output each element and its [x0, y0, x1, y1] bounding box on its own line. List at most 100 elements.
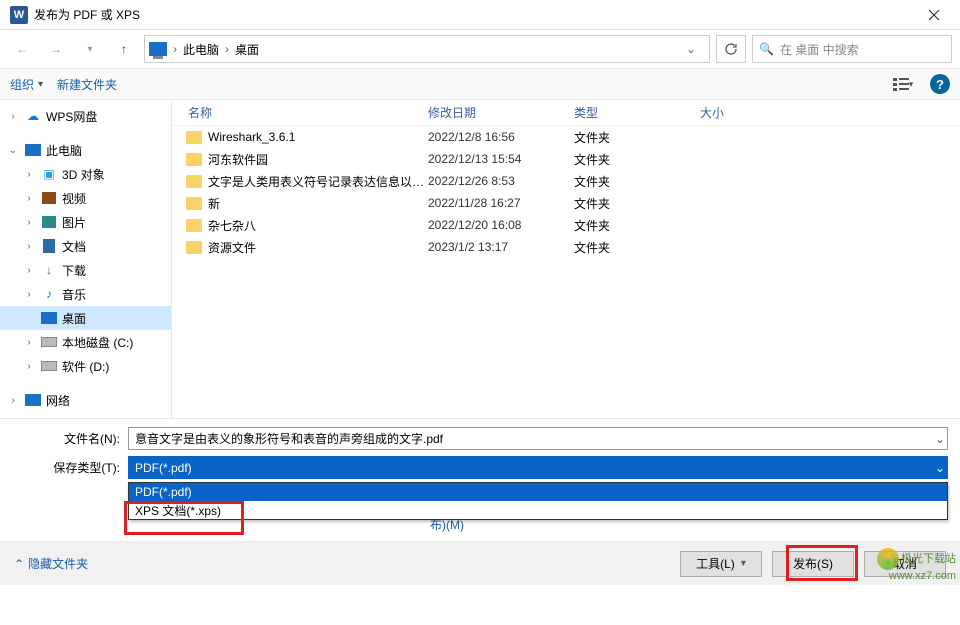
tree-node-network[interactable]: ›网络: [0, 388, 171, 412]
chevron-down-icon[interactable]: ⌄: [6, 145, 20, 156]
file-row[interactable]: 资源文件 2023/1/2 13:17 文件夹: [172, 236, 960, 258]
option-xps[interactable]: XPS 文档(*.xps): [129, 501, 947, 519]
file-row[interactable]: 河东软件园 2022/12/13 15:54 文件夹: [172, 148, 960, 170]
file-name: Wireshark_3.6.1: [208, 130, 428, 144]
tree-node-this-pc[interactable]: ⌄ 此电脑: [0, 138, 171, 162]
file-name: 文字是人类用表义符号记录表达信息以传...: [208, 173, 428, 190]
folder-icon: [186, 197, 202, 210]
help-button[interactable]: ?: [930, 74, 950, 94]
file-name: 河东软件园: [208, 151, 428, 168]
folder-icon: [186, 175, 202, 188]
chevron-down-icon[interactable]: ⌄: [935, 461, 945, 475]
search-icon: 🔍: [759, 42, 774, 56]
chevron-down-icon[interactable]: ⌄: [935, 432, 945, 446]
tree-node-3d-objects[interactable]: ›▣3D 对象: [0, 162, 171, 186]
column-name[interactable]: 名称: [172, 104, 428, 121]
folder-icon: [186, 241, 202, 254]
refresh-button[interactable]: [716, 35, 746, 63]
title-bar: W 发布为 PDF 或 XPS: [0, 0, 960, 30]
publish-button[interactable]: 发布(S): [772, 551, 854, 577]
file-date: 2023/1/2 13:17: [428, 240, 574, 254]
picture-icon: [40, 214, 58, 230]
toolbar: 组织▾ 新建文件夹 ▾ ?: [0, 68, 960, 100]
document-icon: [40, 238, 58, 254]
column-headers[interactable]: 名称 修改日期 类型 大小: [172, 100, 960, 126]
file-type: 文件夹: [574, 173, 700, 190]
file-name: 新: [208, 195, 428, 212]
up-button[interactable]: ↑: [110, 35, 138, 63]
file-row[interactable]: 文字是人类用表义符号记录表达信息以传... 2022/12/26 8:53 文件…: [172, 170, 960, 192]
folder-icon: [186, 219, 202, 232]
navigation-bar: ← → ▾ ↑ › 此电脑 › 桌面 ⌄ 🔍 在 桌面 中搜索: [0, 30, 960, 68]
chevron-right-icon: ›: [173, 42, 177, 56]
cloud-icon: ☁: [24, 108, 42, 124]
tree-node-wps[interactable]: › ☁ WPS网盘: [0, 104, 171, 128]
file-type: 文件夹: [574, 239, 700, 256]
pc-icon: [24, 142, 42, 158]
cancel-button[interactable]: 取消: [864, 551, 946, 577]
file-date: 2022/11/28 16:27: [428, 196, 574, 210]
address-bar[interactable]: › 此电脑 › 桌面 ⌄: [144, 35, 710, 63]
view-options-button[interactable]: ▾: [890, 73, 916, 95]
save-form: 文件名(N): 意音文字是由表义的象形符号和表音的声旁组成的文字.pdf ⌄ 保…: [0, 418, 960, 541]
file-date: 2022/12/8 16:56: [428, 130, 574, 144]
option-pdf[interactable]: PDF(*.pdf): [129, 483, 947, 501]
hide-folders-toggle[interactable]: ⌃ 隐藏文件夹: [14, 555, 88, 572]
save-type-label: 保存类型(T):: [12, 459, 128, 476]
chevron-up-icon: ⌃: [14, 557, 24, 571]
search-input[interactable]: 🔍 在 桌面 中搜索: [752, 35, 952, 63]
column-size[interactable]: 大小: [700, 104, 800, 121]
tree-node-music[interactable]: ›♪音乐: [0, 282, 171, 306]
back-button[interactable]: ←: [8, 35, 36, 63]
tree-node-pictures[interactable]: ›图片: [0, 210, 171, 234]
window-title: 发布为 PDF 或 XPS: [34, 6, 912, 23]
save-type-select[interactable]: PDF(*.pdf) ⌄: [128, 456, 948, 479]
search-placeholder: 在 桌面 中搜索: [780, 41, 859, 58]
file-date: 2022/12/13 15:54: [428, 152, 574, 166]
file-name: 杂七杂八: [208, 217, 428, 234]
filename-label: 文件名(N):: [12, 430, 128, 447]
file-row[interactable]: 新 2022/11/28 16:27 文件夹: [172, 192, 960, 214]
file-row[interactable]: 杂七杂八 2022/12/20 16:08 文件夹: [172, 214, 960, 236]
column-date[interactable]: 修改日期: [428, 104, 574, 121]
new-folder-button[interactable]: 新建文件夹: [57, 76, 117, 93]
file-type: 文件夹: [574, 151, 700, 168]
tools-menu-button[interactable]: 工具(L): [680, 551, 762, 577]
dialog-footer: ⌃ 隐藏文件夹 工具(L) 发布(S) 取消 极光下载站 www.xz7.com: [0, 541, 960, 585]
file-date: 2022/12/20 16:08: [428, 218, 574, 232]
desktop-icon: [40, 310, 58, 326]
tree-node-documents[interactable]: ›文档: [0, 234, 171, 258]
chevron-right-icon: ›: [225, 42, 229, 56]
recent-locations-button[interactable]: ▾: [76, 35, 104, 63]
save-type-dropdown[interactable]: PDF(*.pdf) XPS 文档(*.xps): [128, 482, 948, 520]
this-pc-icon: [149, 42, 167, 56]
chevron-right-icon[interactable]: ›: [6, 111, 20, 122]
network-icon: [24, 392, 42, 408]
file-row[interactable]: Wireshark_3.6.1 2022/12/8 16:56 文件夹: [172, 126, 960, 148]
column-type[interactable]: 类型: [574, 104, 700, 121]
tree-node-drive-d[interactable]: ›软件 (D:): [0, 354, 171, 378]
tree-node-downloads[interactable]: ›↓下载: [0, 258, 171, 282]
file-date: 2022/12/26 8:53: [428, 174, 574, 188]
file-list-pane: 名称 修改日期 类型 大小 Wireshark_3.6.1 2022/12/8 …: [172, 100, 960, 418]
address-dropdown-icon[interactable]: ⌄: [677, 42, 705, 56]
filename-input[interactable]: 意音文字是由表义的象形符号和表音的声旁组成的文字.pdf ⌄: [128, 427, 948, 450]
navigation-tree[interactable]: › ☁ WPS网盘 ⌄ 此电脑 ›▣3D 对象 ›视频 ›图片 ›文档 ›↓下载…: [0, 100, 172, 418]
tree-node-desktop[interactable]: 桌面: [0, 306, 171, 330]
tree-node-drive-c[interactable]: ›本地磁盘 (C:): [0, 330, 171, 354]
breadcrumb-segment[interactable]: 桌面: [235, 41, 259, 58]
disk-icon: [40, 334, 58, 350]
video-icon: [40, 190, 58, 206]
file-type: 文件夹: [574, 217, 700, 234]
folder-icon: [186, 131, 202, 144]
file-name: 资源文件: [208, 239, 428, 256]
download-icon: ↓: [40, 262, 58, 278]
organize-menu[interactable]: 组织▾: [10, 76, 43, 93]
music-icon: ♪: [40, 286, 58, 302]
breadcrumb-segment[interactable]: 此电脑: [183, 41, 219, 58]
close-button[interactable]: [912, 0, 956, 30]
folder-icon: [186, 153, 202, 166]
tree-node-videos[interactable]: ›视频: [0, 186, 171, 210]
forward-button[interactable]: →: [42, 35, 70, 63]
file-type: 文件夹: [574, 129, 700, 146]
